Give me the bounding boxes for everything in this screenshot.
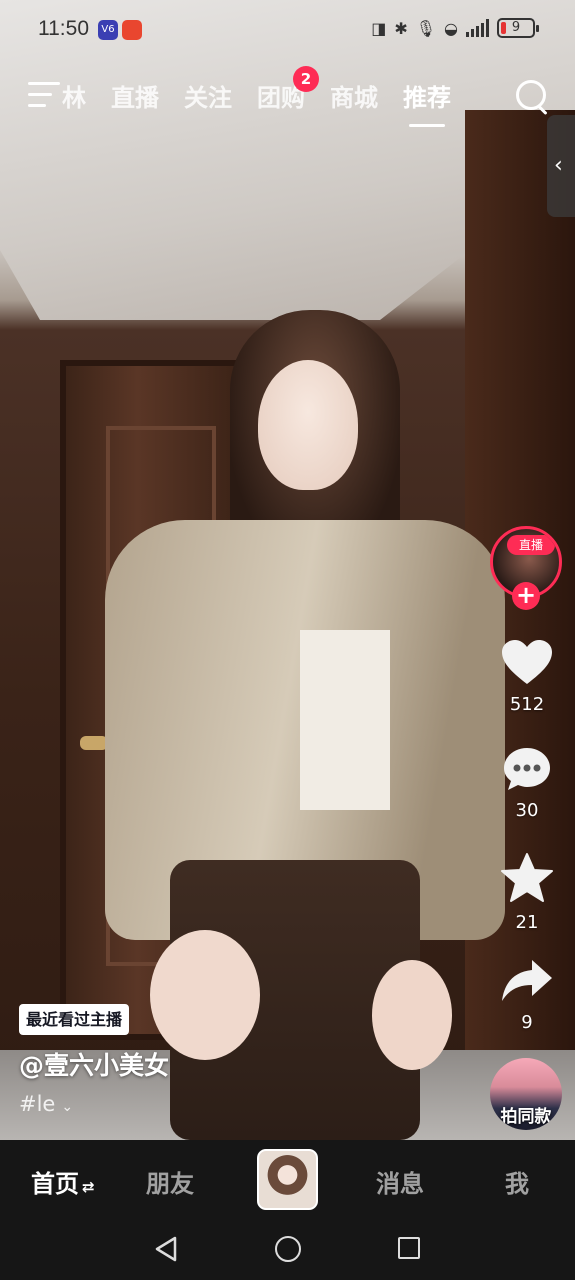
recent-apps-icon[interactable] [398, 1237, 420, 1259]
person-hand-left [150, 930, 260, 1060]
side-drawer-handle[interactable]: ‹ [547, 115, 575, 217]
status-time: 11:50 [38, 17, 89, 40]
battery-icon: 9 [497, 18, 539, 38]
chevron-down-icon: ⌄ [61, 1099, 74, 1115]
nav-create-avatar[interactable] [257, 1149, 318, 1210]
person-face [258, 360, 358, 490]
status-icons: ◨ ✱ 🎙 ◒ 9 [371, 18, 539, 38]
follow-button[interactable]: + [512, 582, 540, 610]
door-knob [80, 736, 108, 750]
search-icon[interactable] [514, 78, 550, 114]
recently-watched-badge: 最近看过主播 [19, 1004, 130, 1035]
nav-friends[interactable]: 朋友 [146, 1164, 194, 1199]
tab-following[interactable]: 关注 [184, 78, 232, 113]
hashtag-text: #le [19, 1092, 56, 1116]
status-bar: 11:50 V6 ◨ ✱ 🎙 ◒ 9 [0, 0, 575, 60]
live-tag: 直播 [507, 535, 555, 555]
nfc-icon: ◨ [371, 18, 387, 38]
favorite-count: 21 [515, 912, 539, 933]
person-hand-right [372, 960, 452, 1070]
system-nav [0, 1220, 575, 1280]
group-buy-badge: 2 [293, 66, 319, 92]
share-button[interactable]: 9 [487, 958, 567, 1033]
nav-messages[interactable]: 消息 [376, 1164, 424, 1199]
like-count: 512 [509, 694, 545, 715]
notification-app-icon: V6 [98, 20, 118, 40]
top-tabs: 林 直播 关注 团购 2 商城 推荐 [62, 66, 476, 127]
bottom-nav: 首页 ⇄ 朋友 消息 我 [0, 1140, 575, 1220]
swap-icon: ⇄ [82, 1178, 95, 1196]
tab-group-buy[interactable]: 团购 2 [257, 66, 319, 113]
top-nav: 林 直播 关注 团购 2 商城 推荐 [0, 66, 575, 128]
wifi-icon: ◒ [444, 18, 458, 38]
home-icon[interactable] [275, 1236, 301, 1262]
favorite-button[interactable]: 21 [487, 852, 567, 933]
signal-icon [466, 19, 489, 37]
heart-icon [502, 640, 552, 684]
nav-home-label: 首页 [31, 1170, 79, 1198]
star-icon [501, 853, 553, 902]
bluetooth-icon: ✱ [394, 18, 408, 38]
share-icon [502, 960, 552, 1001]
chevron-left-icon: ‹ [554, 153, 563, 178]
comment-button[interactable]: 30 [487, 746, 567, 821]
tab-partial[interactable]: 林 [62, 78, 86, 113]
mic-icon: 🎙 [415, 18, 437, 38]
comment-count: 30 [515, 800, 539, 821]
notification-app-icon-2 [122, 20, 142, 40]
menu-icon[interactable] [28, 82, 60, 108]
share-count: 9 [521, 1012, 533, 1033]
tab-live[interactable]: 直播 [111, 78, 159, 113]
person-top [300, 630, 390, 810]
tab-recommend[interactable]: 推荐 [403, 78, 451, 127]
like-button[interactable]: 512 [487, 638, 567, 715]
same-style-label: 拍同款 [500, 1107, 552, 1127]
author-name[interactable]: @壹六小美女 [19, 1046, 169, 1082]
back-icon[interactable] [154, 1236, 178, 1262]
tab-mall[interactable]: 商城 [330, 78, 378, 113]
nav-home[interactable]: 首页 ⇄ [31, 1164, 95, 1199]
same-style-button[interactable]: 拍同款 [490, 1058, 562, 1130]
comment-icon [504, 748, 550, 790]
video-caption[interactable]: #le ⌄ [19, 1092, 73, 1116]
nav-me[interactable]: 我 [505, 1164, 529, 1199]
